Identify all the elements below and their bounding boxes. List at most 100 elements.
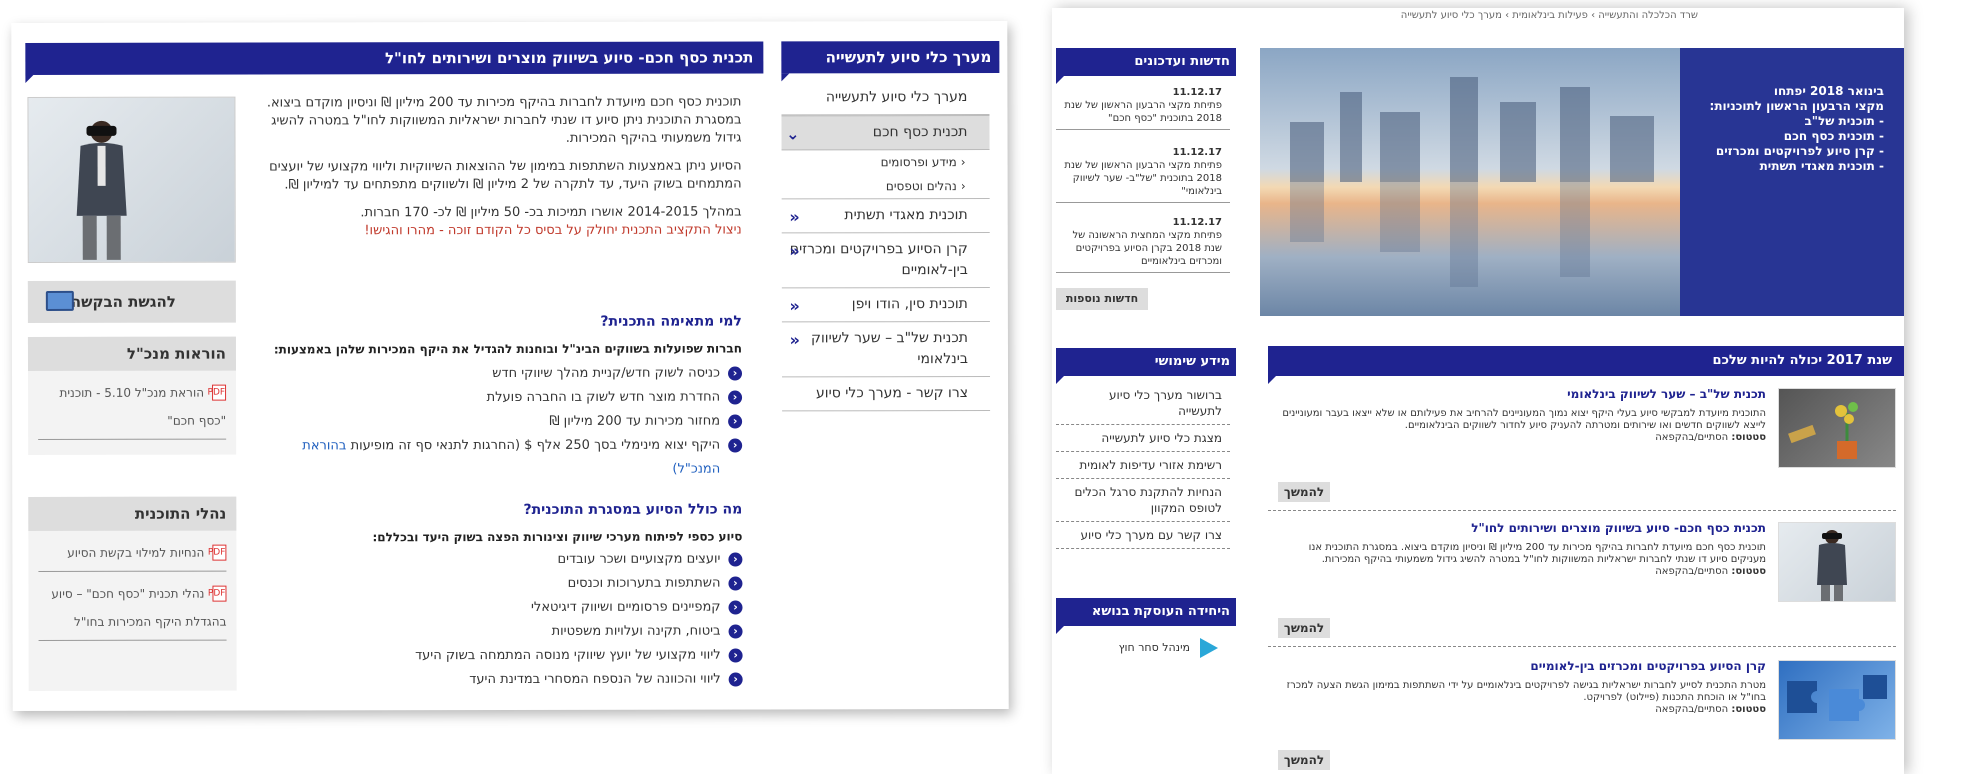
- intro-text: תוכנית כסף חכם מיועדת לחברות בהיקף מכירו…: [261, 94, 742, 251]
- divider: [38, 639, 227, 641]
- hero-banner[interactable]: בינואר 2018 יפתחו מקצי הרבעון הראשון לתו…: [1260, 48, 1904, 316]
- promo-line: - תוכנית מאגדי תשתית: [1759, 159, 1884, 173]
- guidelines-item-label: הוראת מנכ"ל 5.10 - תוכנית "כסף חכם": [59, 385, 227, 428]
- what-lead: סיוע כספי לפיתוח מערכי שיווק וצינורות הפ…: [372, 529, 743, 545]
- program-card: תכנית כסף חכם- סיוע בשיווק מוצרים ושירות…: [1268, 522, 1896, 652]
- intro-paragraph: תוכנית כסף חכם מיועדת לחברות בהיקף מכירו…: [266, 94, 742, 146]
- program-title[interactable]: תכנית של"ב – שער לשיווק בינלאומי: [1276, 388, 1766, 400]
- useful-link[interactable]: הנחיות להתקנת סרגל הכלים לטופס המקוון: [1056, 479, 1230, 522]
- news-title: חדשות ועדכונים: [1056, 48, 1236, 84]
- building: [1500, 102, 1536, 182]
- useful-link[interactable]: ברושור מערך כלי סיוע לתעשייה: [1056, 382, 1230, 425]
- submenu-label: מידע ופרסומים: [880, 155, 957, 170]
- list-item: ליווי מקצועי של יועץ שיווקי מנוסה המתמחה…: [263, 644, 743, 669]
- chevron-left-icon: ‹: [960, 179, 966, 194]
- programs-section-title: שנת 2017 יכולה להיות שלכם: [1268, 346, 1904, 384]
- more-news-button[interactable]: חדשות נוספות: [1056, 288, 1148, 310]
- intro-paragraph: הסיוע ניתן באמצעות השתתפות במימון של ההו…: [269, 158, 742, 193]
- plant-growth-image: [1778, 388, 1896, 468]
- intro-highlight: ניצול התקציב התכנית יחולק על בסיס כל הקו…: [364, 222, 742, 239]
- promo-line: מקצי הרבעון הראשון לתוכניות:: [1709, 99, 1884, 113]
- useful-link[interactable]: מצגת כלי סיוע לתעשייה: [1056, 425, 1230, 452]
- building: [1450, 77, 1478, 182]
- reflection: [1560, 182, 1590, 277]
- side-submenu-item[interactable]: ‹מידע ופרסומים: [782, 150, 990, 174]
- menu-item-label: תוכנית סין, הודו ויפן: [851, 296, 968, 313]
- chevron-down-icon: ⌄: [786, 124, 800, 144]
- side-menu-item[interactable]: צרו קשר - מערך כלי סיוע: [782, 376, 991, 412]
- side-menu-item-active[interactable]: ⌄ תכנית כסף חכם: [781, 114, 990, 151]
- apply-label: להגשת הבקשה: [70, 292, 176, 311]
- who-list: כניסה לשוק חדש/קניית מהלך שיווקי חדש החד…: [262, 362, 742, 483]
- promo-line: בינואר 2018 יפתחו: [1773, 84, 1884, 98]
- program-desc: התוכנית מיועדת למבקשי סיוע בעלי היקף יצו…: [1282, 408, 1766, 431]
- pdf-icon: PDF: [208, 585, 227, 602]
- right-page-panel: שרד הכלכלה והתעשייה › פעילות בינלאומית ›…: [1052, 8, 1904, 774]
- menu-item-label: מערך כלי סיוע לתעשייה: [825, 89, 968, 106]
- guidelines-item[interactable]: PDF הוראת מנכ"ל 5.10 - תוכנית "כסף חכם": [28, 371, 236, 448]
- unit-name: מינהל סחר חוץ: [1118, 641, 1190, 654]
- side-menu: מערך כלי סיוע לתעשייה ⌄ תכנית כסף חכם ‹מי…: [781, 80, 991, 412]
- menu-item-label: תכנית של"ב – שער לשיווק בינלאומי: [811, 330, 969, 368]
- guidelines-title: הוראות מנכ"ל: [27, 336, 237, 372]
- list-item: היקף יצוא מינימלי בסך 250 אלף $ (החרגות …: [262, 434, 742, 483]
- news-date: 11.12.17: [1172, 87, 1222, 98]
- program-title[interactable]: קרן הסיוע בפרויקטים ומכרזים בין-לאומיים: [1276, 660, 1766, 672]
- double-chevron-icon: «: [789, 207, 800, 227]
- news-text: פתיחת מקצי המחצית הראשונה של שנת 2018 בק…: [1072, 230, 1222, 267]
- useful-link[interactable]: רשימת אזורי עדיפות לאומית: [1056, 452, 1230, 479]
- list-item: ביטוח, תקינה ועלויות משפטיות: [263, 620, 743, 645]
- apply-button[interactable]: להגשת הבקשה: [27, 280, 236, 324]
- procedures-item[interactable]: PDF הנחיות למילוי בקשת הסיוע: [28, 531, 236, 580]
- program-card: קרן הסיוע בפרויקטים ומכרזים בין-לאומיים …: [1268, 660, 1896, 770]
- unit-link[interactable]: מינהל סחר חוץ: [1056, 636, 1230, 660]
- divider: [1268, 646, 1896, 647]
- breadcrumb[interactable]: שרד הכלכלה והתעשייה › פעילות בינלאומית ›…: [1252, 10, 1698, 21]
- news-item[interactable]: 11.12.17 פתיחת מקצי הרבעון הראשון של שנת …: [1056, 144, 1230, 203]
- status-value: הסתיים/בהקפאה: [1655, 432, 1729, 443]
- side-menu-item[interactable]: «קרן הסיוע בפרויקטים ומכרזים בין-לאומיים: [781, 232, 990, 289]
- who-section-title: למי מתאימה התכנית?: [600, 313, 742, 330]
- procedures-item[interactable]: PDF נהלי תכנית "כסף חכם" – סיוע בהגדלת ה…: [28, 580, 236, 649]
- menu-item-label: תכנית כסף חכם: [872, 124, 968, 141]
- program-card: תכנית של"ב – שער לשיווק בינלאומי התוכנית…: [1268, 388, 1896, 518]
- procedures-item-label: נהלי תכנית "כסף חכם" – סיוע בהגדלת היקף …: [51, 586, 227, 629]
- person-with-binoculars-icon: [76, 120, 127, 260]
- news-item[interactable]: 11.12.17 פתיחת מקצי הרבעון הראשון של שנת …: [1056, 84, 1230, 130]
- useful-link[interactable]: צרו קשר עם מערך כלי סיוע: [1056, 522, 1230, 549]
- intro-paragraph: במהלך 2014-2015 אושרו תמיכות בכ- 50 מילי…: [360, 204, 742, 221]
- money-plant-icon: [1788, 402, 1858, 459]
- what-section-title: מה כולל הסיוע במסגרת התוכנית?: [523, 501, 743, 518]
- puzzle-pieces-icon: [1787, 675, 1887, 721]
- what-list: יועצים מקצועיים ושכר עובדים השתתפות בתער…: [262, 548, 742, 693]
- news-item[interactable]: 11.12.17 פתיחת מקצי המחצית הראשונה של שנת…: [1056, 214, 1230, 273]
- side-menu-item[interactable]: מערך כלי סיוע לתעשייה: [781, 80, 990, 116]
- promo-box: בינואר 2018 יפתחו מקצי הרבעון הראשון לתו…: [1680, 48, 1904, 316]
- puzzle-handshake-image: [1778, 660, 1896, 740]
- left-page-panel: תכנית כסף חכם- סיוע בשיווק מוצרים ושירות…: [11, 20, 1009, 712]
- divider: [38, 570, 227, 572]
- side-submenu-item[interactable]: ‹נהלים וטפסים: [781, 173, 990, 200]
- status-label: סטטוס:: [1731, 566, 1766, 577]
- program-title[interactable]: תכנית כסף חכם- סיוע בשיווק מוצרים ושירות…: [1276, 522, 1766, 534]
- procedures-item-label: הנחיות למילוי בקשת הסיוע: [67, 545, 205, 560]
- status-label: סטטוס:: [1731, 704, 1766, 715]
- program-text: תכנית כסף חכם- סיוע בשיווק מוצרים ושירות…: [1276, 522, 1766, 578]
- page-title: תכנית כסף חכם- סיוע בשיווק מוצרים ושירות…: [25, 41, 764, 76]
- list-item-text: היקף יצוא מינימלי בסך 250 אלף $ (החרגות …: [350, 437, 721, 454]
- continue-button[interactable]: להמשך: [1278, 618, 1330, 638]
- program-desc: תוכנית כסף חכם מיועדת לחברות בהיקף מכירו…: [1308, 542, 1766, 565]
- building: [1560, 87, 1590, 182]
- side-menu-item[interactable]: « תוכנית סין, הודו ויפן: [781, 287, 990, 323]
- unit-logo-icon: [1200, 638, 1218, 658]
- status-value: הסתיים/בהקפאה: [1655, 566, 1729, 577]
- continue-button[interactable]: להמשך: [1278, 750, 1330, 770]
- guidelines-card: הוראות מנכ"ל PDF הוראת מנכ"ל 5.10 - תוכנ…: [27, 336, 237, 456]
- side-menu-item[interactable]: « תוכנית מאגדי תשתית: [781, 198, 990, 234]
- building: [1380, 112, 1420, 182]
- continue-button[interactable]: להמשך: [1278, 482, 1330, 502]
- side-menu-item[interactable]: « תכנית של"ב – שער לשיווק בינלאומי: [781, 321, 991, 378]
- news-text: פתיחת מקצי הרבעון הראשון של שנת 2018 בתו…: [1064, 100, 1222, 124]
- businessman-binoculars-image: [27, 96, 236, 264]
- double-chevron-icon: «: [789, 241, 800, 261]
